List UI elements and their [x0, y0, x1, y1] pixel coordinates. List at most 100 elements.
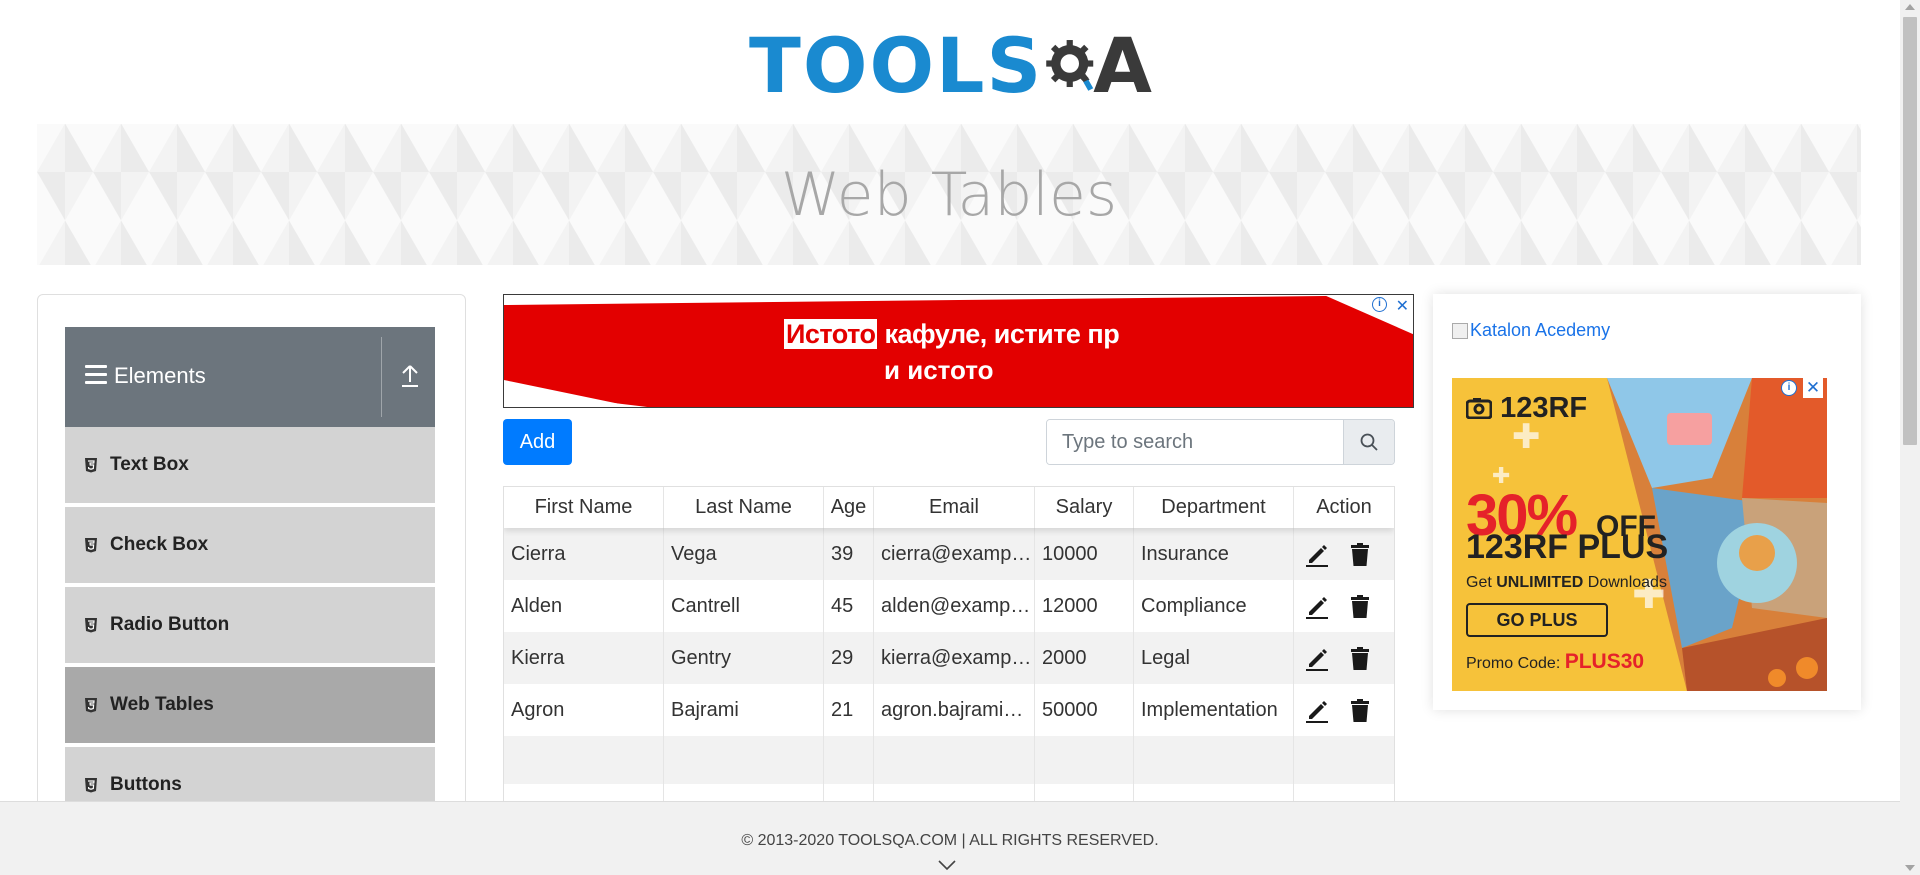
- pencil-icon[interactable]: [1304, 645, 1330, 671]
- table-row: Agron Bajrami 21 agron.bajrami@example.c…: [504, 684, 1394, 736]
- table-row: Cierra Vega 39 cierra@example.com 10000 …: [504, 528, 1394, 580]
- scrollbar-thumb[interactable]: [1903, 17, 1917, 445]
- sidebar-item-label: Text Box: [110, 454, 189, 475]
- sidebar-item-check-box[interactable]: Check Box: [65, 507, 435, 585]
- camera-icon: [1465, 398, 1493, 420]
- toolsqa-logo[interactable]: TOOLS A: [749, 16, 1154, 116]
- page: TOOLS A Web Tables Elements Text Box Che…: [0, 0, 1920, 875]
- promo-product: 123RF PLUS: [1466, 528, 1669, 566]
- cell-email: kierra@example.com: [874, 632, 1035, 684]
- trash-icon[interactable]: [1347, 645, 1373, 671]
- search-button[interactable]: [1343, 420, 1394, 464]
- ad-info-icon[interactable]: i: [1372, 297, 1387, 312]
- sidebar-item-web-tables[interactable]: Web Tables: [65, 667, 435, 745]
- ad-banner-top[interactable]: Истото кафуле, истите пријате и истото i…: [503, 294, 1414, 408]
- search-icon: [1360, 433, 1378, 451]
- trash-icon[interactable]: [1347, 593, 1373, 619]
- cell-first-name: Cierra: [504, 528, 664, 580]
- column-header-department[interactable]: Department: [1134, 487, 1294, 528]
- cell-age: 45: [824, 580, 874, 632]
- ad-info-icon[interactable]: i: [1781, 380, 1797, 396]
- page-banner: Web Tables: [37, 124, 1861, 265]
- ad-close-icon[interactable]: ✕: [1803, 378, 1823, 398]
- search-box: [1046, 419, 1395, 465]
- upload-arrow-icon[interactable]: [399, 363, 421, 389]
- pencil-icon[interactable]: [1304, 593, 1330, 619]
- sidebar-item-label: Web Tables: [110, 694, 214, 715]
- cell-last-name: Bajrami: [664, 684, 824, 736]
- katalon-academy-link[interactable]: Katalon Acedemy: [1452, 320, 1610, 341]
- column-header-email[interactable]: Email: [874, 487, 1035, 528]
- promo-ad-123rf[interactable]: ✚ ✚ ✚ 123RF 30% OFF 123RF PLUS Get UNLIM…: [1452, 378, 1827, 691]
- cell-department: Implementation: [1134, 684, 1294, 736]
- gear-magnifier-icon: [1046, 40, 1094, 91]
- cell-salary: 12000: [1035, 580, 1134, 632]
- ad-sidebar-right: Katalon Acedemy ✚ ✚ ✚ 123RF 30% OFF 123R…: [1433, 294, 1861, 710]
- html5-icon: [85, 618, 97, 633]
- sidebar-item-radio-button[interactable]: Radio Button: [65, 587, 435, 665]
- cell-email: alden@example.com: [874, 580, 1035, 632]
- pencil-icon[interactable]: [1304, 697, 1330, 723]
- html5-icon: [85, 778, 97, 793]
- scroll-down-arrow-icon[interactable]: [1905, 865, 1915, 871]
- cell-age: 39: [824, 528, 874, 580]
- chevron-down-icon[interactable]: [937, 859, 957, 871]
- cell-department: Insurance: [1134, 528, 1294, 580]
- footer: © 2013-2020 TOOLSQA.COM | ALL RIGHTS RES…: [0, 801, 1900, 875]
- search-input[interactable]: [1047, 420, 1343, 464]
- cell-department: Legal: [1134, 632, 1294, 684]
- logo-text-tools: TOOLS: [749, 21, 1044, 110]
- sidebar-item-label: Radio Button: [110, 614, 230, 635]
- ad-background: [504, 295, 1413, 407]
- scroll-up-arrow-icon[interactable]: [1905, 4, 1915, 10]
- cell-first-name: Agron: [504, 684, 664, 736]
- html5-icon: [85, 458, 97, 473]
- promo-code: Promo Code: PLUS30: [1466, 650, 1645, 673]
- ad-close-icon[interactable]: ✕: [1396, 296, 1409, 316]
- cell-age: 21: [824, 684, 874, 736]
- sidebar-group-title: Elements: [114, 363, 206, 388]
- cell-action: [1294, 528, 1394, 580]
- html5-icon: [85, 698, 97, 713]
- cell-last-name: Cantrell: [664, 580, 824, 632]
- column-header-first-name[interactable]: First Name: [504, 487, 664, 528]
- trash-icon[interactable]: [1347, 697, 1373, 723]
- trash-icon[interactable]: [1347, 541, 1373, 567]
- table-row-empty: [504, 736, 1394, 784]
- column-header-action[interactable]: Action: [1294, 487, 1394, 528]
- divider: [381, 337, 382, 417]
- column-header-age[interactable]: Age: [824, 487, 874, 528]
- cell-age: 29: [824, 632, 874, 684]
- cell-last-name: Gentry: [664, 632, 824, 684]
- ad-text-line1: Истото кафуле, истите пријате: [784, 319, 1120, 349]
- sidebar-group-elements[interactable]: Elements: [65, 327, 435, 427]
- cell-email: cierra@example.com: [874, 528, 1035, 580]
- table-row: Kierra Gentry 29 kierra@example.com 2000…: [504, 632, 1394, 684]
- cell-department: Compliance: [1134, 580, 1294, 632]
- promo-brand: 123RF: [1465, 392, 1587, 425]
- page-scrollbar[interactable]: [1900, 0, 1920, 875]
- page-title: Web Tables: [780, 159, 1118, 230]
- cell-action: [1294, 684, 1394, 736]
- cell-salary: 10000: [1035, 528, 1134, 580]
- cell-salary: 50000: [1035, 684, 1134, 736]
- sidebar: Elements Text Box Check Box Radio Button…: [37, 294, 466, 875]
- go-plus-button[interactable]: GO PLUS: [1466, 603, 1608, 637]
- sidebar-item-text-box[interactable]: Text Box: [65, 427, 435, 505]
- cell-email: agron.bajrami@example.com: [874, 684, 1035, 736]
- add-button[interactable]: Add: [503, 419, 572, 465]
- cell-last-name: Vega: [664, 528, 824, 580]
- html5-icon: [85, 538, 97, 553]
- sidebar-item-label: Buttons: [110, 774, 182, 795]
- cell-salary: 2000: [1035, 632, 1134, 684]
- cell-action: [1294, 632, 1394, 684]
- sidebar-item-label: Check Box: [110, 534, 209, 555]
- cell-first-name: Kierra: [504, 632, 664, 684]
- pencil-icon[interactable]: [1304, 541, 1330, 567]
- table-header: First Name Last Name Age Email Salary De…: [504, 487, 1394, 528]
- column-header-salary[interactable]: Salary: [1035, 487, 1134, 528]
- table-row: Alden Cantrell 45 alden@example.com 1200…: [504, 580, 1394, 632]
- broken-image-icon: [1452, 322, 1468, 339]
- column-header-last-name[interactable]: Last Name: [664, 487, 824, 528]
- ad-text-line2: и истото: [884, 355, 994, 385]
